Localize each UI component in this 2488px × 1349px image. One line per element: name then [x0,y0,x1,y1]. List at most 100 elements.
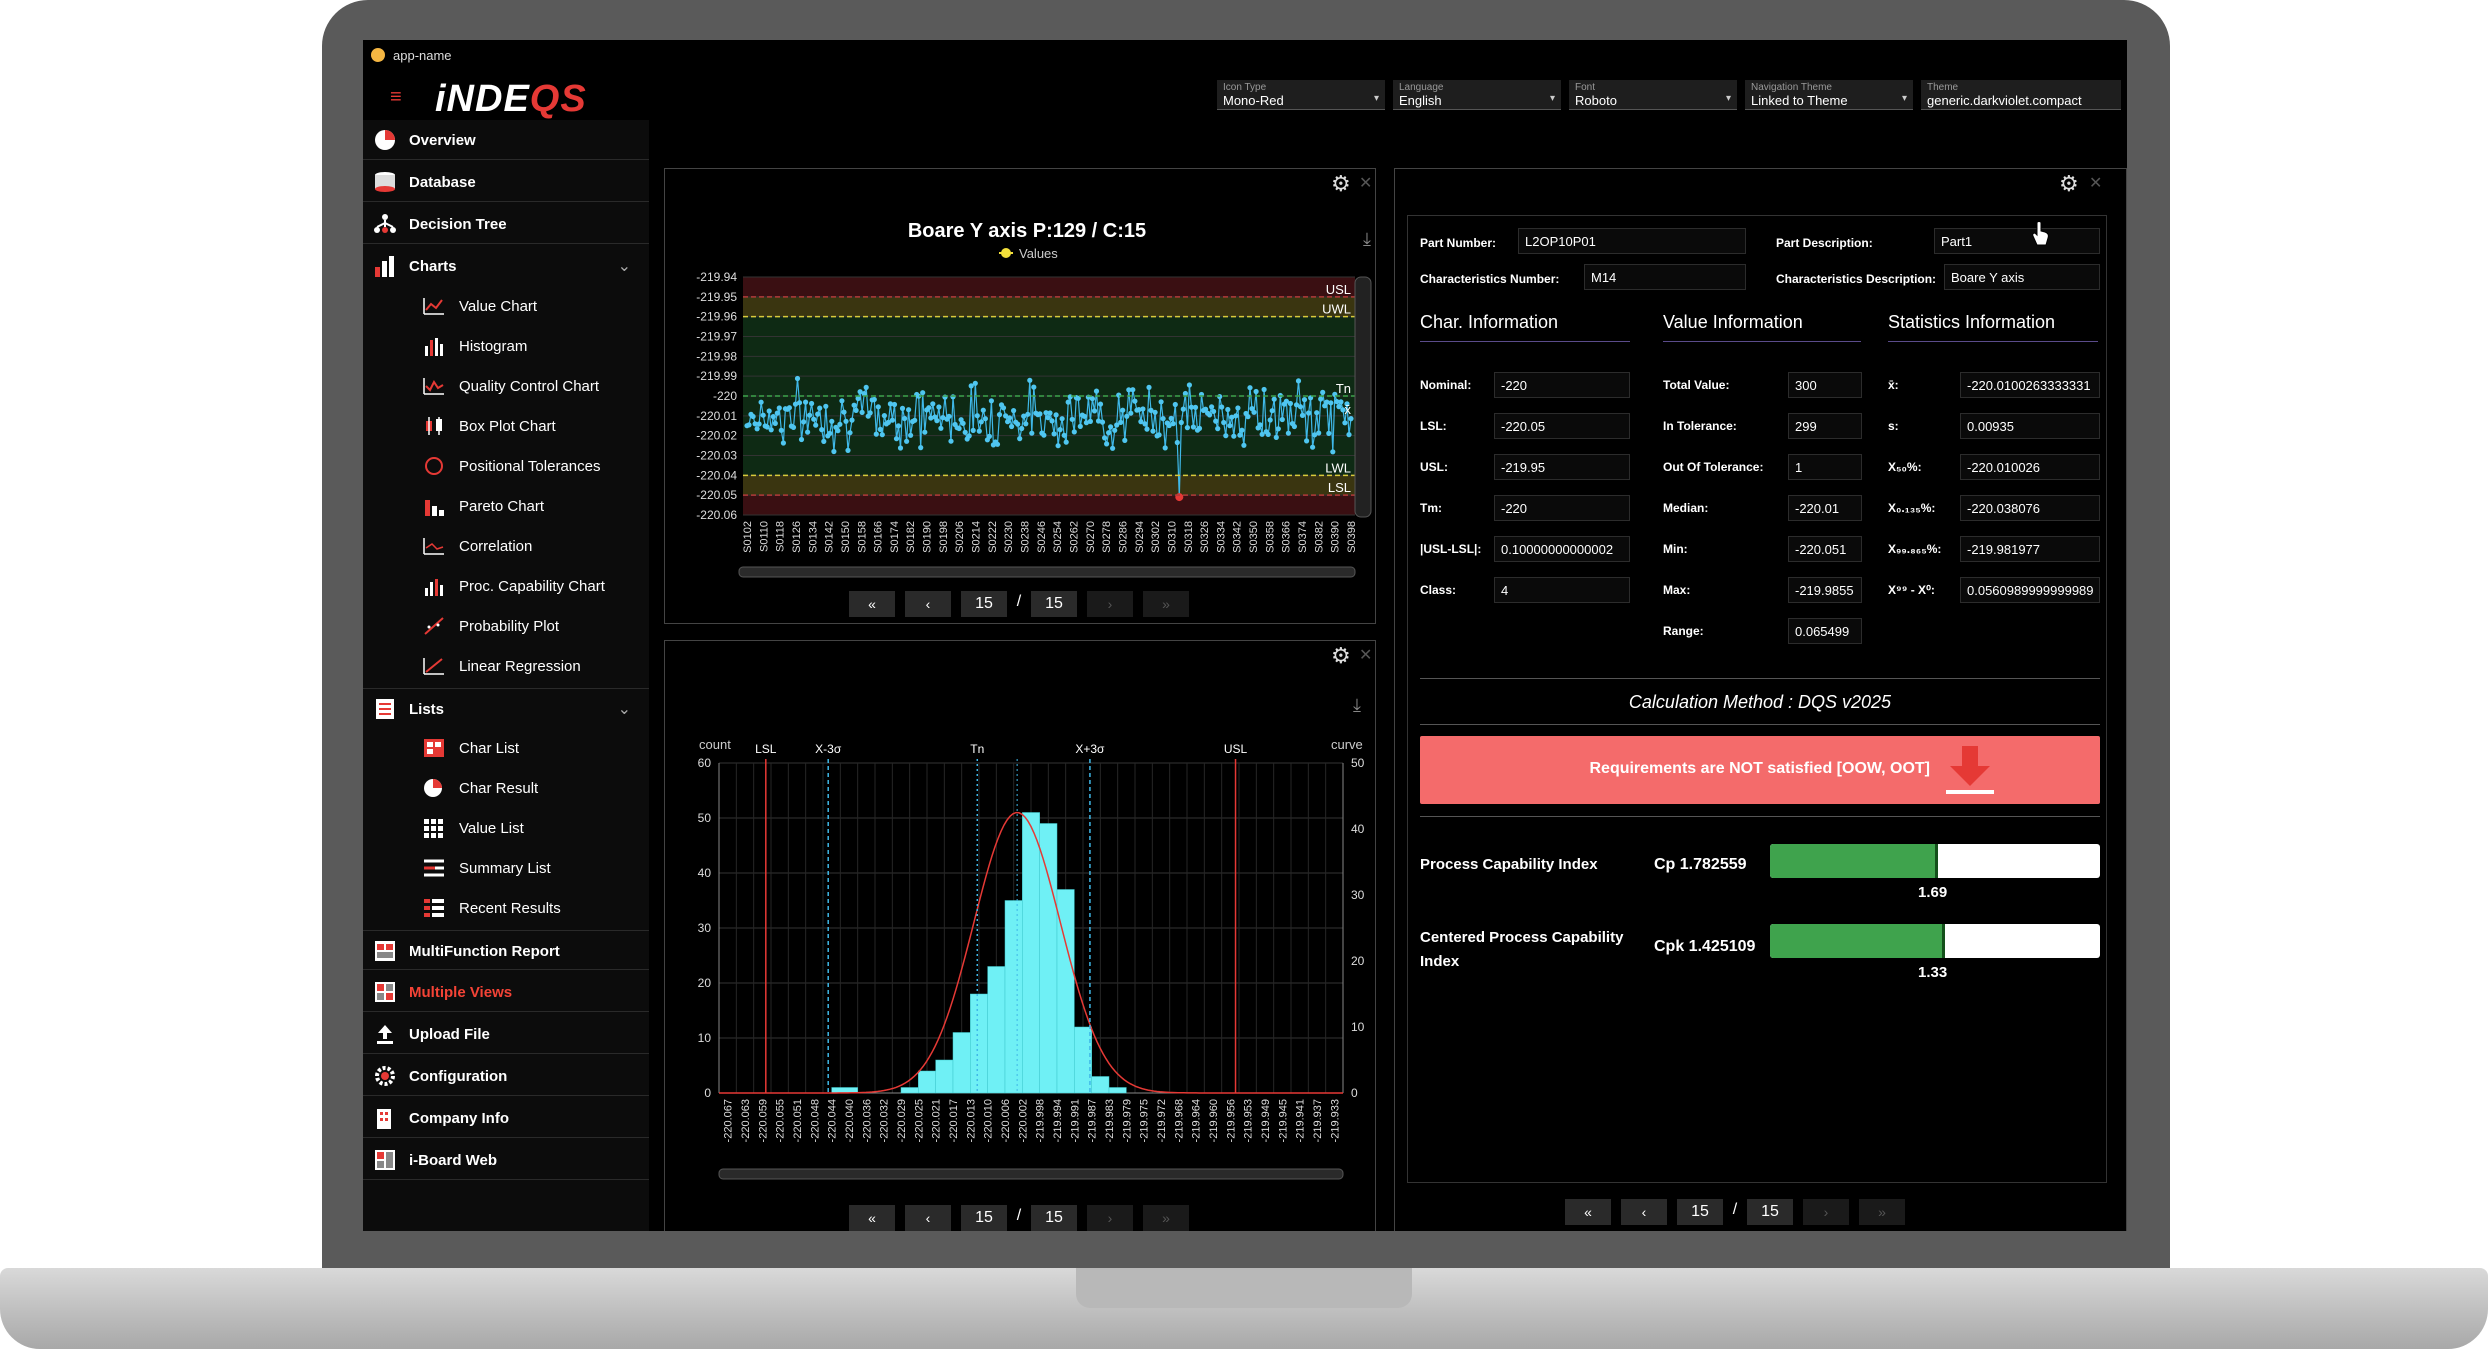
nominal-line-label: Tn [1336,381,1351,396]
x-tick-label: S0302 [1150,521,1162,553]
sidebar-item-histogram[interactable]: Histogram [363,326,649,366]
pager-current-input[interactable]: 15 [961,591,1007,617]
data-point [1172,401,1178,408]
data-point [1233,413,1239,419]
language-select[interactable]: Language English ▾ [1393,80,1561,110]
download-icon[interactable]: ⤓ [1353,695,1361,715]
nav-configuration[interactable]: Configuration [363,1056,649,1096]
box-plot-icon [426,417,442,435]
pager-total: 15 [1031,591,1077,617]
nav-database[interactable]: Database [363,162,649,202]
nav-charts[interactable]: Charts ⌄ [363,246,649,286]
char-info-value: -220.05 [1494,413,1630,439]
nav-iboard-web[interactable]: i-Board Web [363,1140,649,1180]
correlation-icon [423,538,444,555]
pager-next-button[interactable]: › [1087,591,1133,617]
data-point [813,422,819,428]
pager-next-button[interactable]: › [1087,1205,1133,1231]
x-tick-label: S0182 [905,521,917,553]
pager-last-button[interactable]: » [1143,1205,1189,1231]
right-tick-label: 30 [1351,888,1365,902]
sidebar-item-char-list[interactable]: Char List [363,728,649,768]
pager-first-button[interactable]: « [849,1205,895,1231]
data-point [976,428,982,434]
data-point [1027,377,1033,383]
sidebar-item-summary-list[interactable]: Summary List [363,848,649,888]
close-icon[interactable]: ✕ [2089,173,2102,193]
data-point [1065,399,1071,405]
pager-last-button[interactable]: » [1143,591,1189,617]
data-point [821,438,827,444]
pager-first-button[interactable]: « [1565,1199,1611,1225]
sidebar-item-correlation[interactable]: Correlation [363,526,649,566]
usl-line-label: USL [1326,282,1351,297]
x-tick-label: S0366 [1281,521,1293,553]
pager-prev-button[interactable]: ‹ [1621,1199,1667,1225]
data-point [839,398,845,404]
horizontal-zoom-scrollbar[interactable] [738,566,1356,578]
x-tick-label: -219.983 [1104,1099,1116,1142]
sidebar-item-probability-plot[interactable]: Probability Plot [363,606,649,646]
lwl-line-label: LWL [1325,460,1351,475]
sidebar-item-quality-control-chart[interactable]: Quality Control Chart [363,366,649,406]
sidebar-item-pareto-chart[interactable]: Pareto Chart [363,486,649,526]
sidebar-item-recent-results[interactable]: Recent Results [363,888,649,928]
nav-multiple-views[interactable]: Multiple Views [363,972,649,1012]
histogram-bar [1039,823,1058,1094]
nav-company-info[interactable]: Company Info [363,1098,649,1138]
stat-info-value: -219.981977 [1960,536,2100,562]
data-point [819,427,825,433]
gear-icon[interactable]: ⚙ [2059,171,2079,197]
data-point [895,423,902,429]
data-point [1275,426,1281,432]
nav-overview[interactable]: Overview [363,120,649,160]
pager-last-button[interactable]: » [1859,1199,1905,1225]
x-tick-label: S0142 [824,521,836,553]
icon-type-select[interactable]: Icon Type Mono-Red ▾ [1217,80,1385,110]
sidebar-item-box-plot-chart[interactable]: Box Plot Chart [363,406,649,446]
nav-lists[interactable]: Lists ⌄ [363,688,649,728]
horizontal-zoom-scrollbar[interactable] [718,1168,1344,1180]
mouse-cursor-icon [2032,221,2049,246]
histogram-bar [1108,1087,1127,1094]
theme-select[interactable]: Theme generic.darkviolet.compact [1921,80,2121,110]
vertical-zoom-scrollbar[interactable] [1354,276,1372,518]
sidebar-item-proc-capability-chart[interactable]: Proc. Capability Chart [363,566,649,606]
sidebar-item-value-chart[interactable]: Value Chart [363,286,649,326]
navigation-theme-select[interactable]: Navigation Theme Linked to Theme ▾ [1745,80,1913,110]
pager-first-button[interactable]: « [849,591,895,617]
nav-decision-tree[interactable]: Decision Tree [363,204,649,244]
sidebar-item-linear-regression[interactable]: Linear Regression [363,646,649,686]
data-point [1184,425,1190,431]
data-point [1241,442,1247,448]
pager-next-button[interactable]: › [1803,1199,1849,1225]
font-select[interactable]: Font Roboto ▾ [1569,80,1737,110]
sidebar-item-char-result[interactable]: Char Result [363,768,649,808]
dropdown-arrow-icon: ▾ [1549,93,1555,104]
x-tick-label: -219.941 [1295,1099,1307,1142]
data-point [1267,417,1273,423]
pager-prev-button[interactable]: ‹ [905,1205,951,1231]
pager-current-input[interactable]: 15 [1677,1199,1723,1225]
x-tick-label: -219.972 [1156,1099,1168,1142]
sidebar-item-positional-tolerances[interactable]: Positional Tolerances [363,446,649,486]
data-point [796,400,803,406]
nav-multifunction-report[interactable]: MultiFunction Report [363,930,649,970]
value-info-value: 1 [1788,454,1862,480]
data-point [849,417,855,423]
nav-upload-file[interactable]: Upload File [363,1014,649,1054]
x-tick-label: -219.994 [1052,1099,1064,1142]
pager-current-input[interactable]: 15 [961,1205,1007,1231]
data-point [1342,420,1348,426]
x-tick-label: S0102 [742,521,754,553]
hamburger-menu-icon[interactable]: ≡ [390,86,402,109]
left-tick-label: 60 [698,756,712,770]
out-of-tolerance-point [1175,493,1184,502]
data-point [897,445,904,451]
data-point [1055,443,1061,449]
pager-prev-button[interactable]: ‹ [905,591,951,617]
sidebar-item-value-list[interactable]: Value List [363,808,649,848]
data-point [831,448,837,455]
data-point [1326,430,1332,436]
download-icon[interactable]: ⤓ [1363,229,1371,249]
